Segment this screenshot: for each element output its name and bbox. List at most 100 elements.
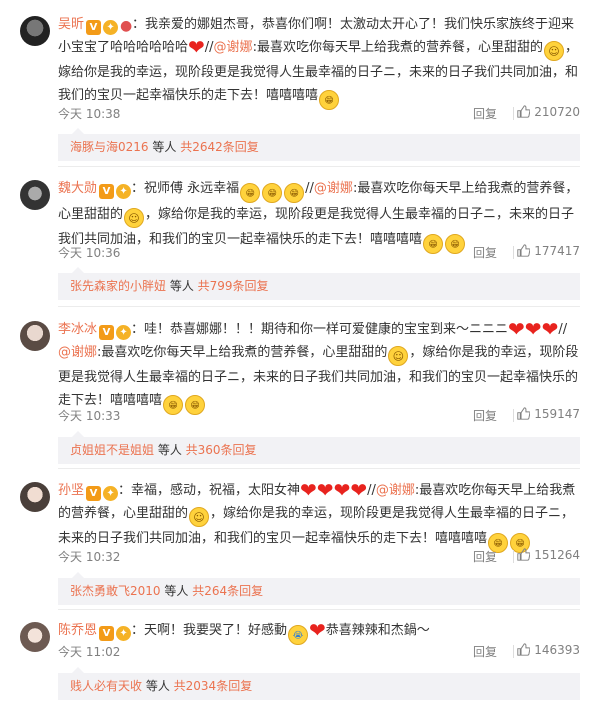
username[interactable]: 吴昕 bbox=[58, 17, 84, 32]
vip-badge-icon: ✦ bbox=[103, 20, 119, 35]
comment-body: 恭喜辣辣和杰鍋～ bbox=[325, 623, 430, 638]
view-replies-link[interactable]: 共799条回复 bbox=[198, 279, 269, 293]
view-replies-link[interactable]: 共264条回复 bbox=[192, 584, 263, 598]
reply-button[interactable]: 回复 bbox=[473, 643, 497, 660]
comment-meta: 今天 10:38 回复 210720 bbox=[58, 105, 580, 125]
heart-emoticon-icon: ❤ bbox=[300, 478, 317, 502]
replies-summary: 海豚与海0216 等人 共2642条回复 bbox=[58, 128, 580, 161]
username[interactable]: 李冰冰 bbox=[58, 322, 97, 337]
replies-summary: 张先森家的小胖妞 等人 共799条回复 bbox=[58, 267, 580, 300]
replies-summary: 张杰勇敢飞2010 等人 共264条回复 bbox=[58, 572, 580, 605]
like-count: 151264 bbox=[534, 548, 580, 562]
view-replies-link[interactable]: 共2642条回复 bbox=[180, 140, 259, 154]
mention-link[interactable]: @谢娜 bbox=[376, 483, 415, 498]
comment-body: ：幸福，感动，祝福，太阳女神 bbox=[118, 483, 301, 498]
divider bbox=[513, 550, 514, 563]
vip-badge-icon: ✦ bbox=[116, 626, 132, 641]
mention-link[interactable]: @谢娜 bbox=[58, 345, 97, 360]
avatar[interactable] bbox=[20, 321, 50, 351]
replies-others-label: 等人 bbox=[148, 140, 181, 154]
avatar[interactable] bbox=[20, 16, 50, 46]
comment-text: 陈乔恩 V ✦ ：天啊！我要哭了！好感動 😭 ❤恭喜辣辣和杰鍋～ bbox=[58, 619, 580, 645]
reply-button[interactable]: 回复 bbox=[473, 548, 497, 565]
comment-text: 孙坚 V ✦ ：幸福，感动，祝福，太阳女神❤❤❤❤//@谢娜:最喜欢吃你每天早上给我煮… bbox=[58, 479, 580, 553]
grin-emoticon-icon: 😁 bbox=[240, 183, 261, 203]
comment-text: 吴昕 V ✦ ●：我亲爱的娜姐杰哥，恭喜你们啊！太激动太开心了！我们快乐家族终于迎来小… bbox=[58, 13, 580, 110]
like-button[interactable]: 146393 bbox=[517, 643, 580, 657]
vip-badge-icon: ✦ bbox=[103, 486, 119, 501]
verified-badge-icon: V bbox=[86, 486, 102, 501]
heart-emoticon-icon: ❤ bbox=[524, 317, 542, 341]
username[interactable]: 孙坚 bbox=[58, 483, 84, 498]
cry-emoticon-icon: 😭 bbox=[288, 625, 309, 645]
comment-divider bbox=[58, 306, 580, 307]
vip-badge-icon: ✦ bbox=[116, 184, 132, 199]
reply-username[interactable]: 张先森家的小胖妞 bbox=[70, 279, 166, 293]
mention-link[interactable]: @谢娜 bbox=[314, 181, 353, 196]
replies-others-label: 等人 bbox=[160, 584, 193, 598]
like-button[interactable]: 159147 bbox=[517, 407, 580, 421]
timestamp: 今天 10:36 bbox=[58, 246, 121, 260]
mention-link[interactable]: @谢娜 bbox=[214, 40, 253, 55]
like-button[interactable]: 210720 bbox=[517, 105, 580, 119]
verified-badge-icon: V bbox=[99, 626, 115, 641]
comment-divider bbox=[58, 468, 580, 469]
verified-badge-icon: V bbox=[99, 184, 115, 199]
view-replies-link[interactable]: 共360条回复 bbox=[186, 443, 257, 457]
comment-text: 李冰冰 V ✦ ：哇！恭喜娜娜！！！期待和你一样可爱健康的宝宝到来～ニニニ❤❤❤//@… bbox=[58, 318, 580, 415]
reply-username[interactable]: 贱人必有天收 bbox=[70, 679, 142, 693]
like-count: 210720 bbox=[534, 105, 580, 119]
avatar[interactable] bbox=[20, 482, 50, 512]
comment-body: ：哇！恭喜娜娜！！！期待和你一样可爱健康的宝宝到来～ニニニ bbox=[131, 322, 509, 337]
replies-others-label: 等人 bbox=[166, 279, 198, 293]
grin-emoticon-icon: 😁 bbox=[284, 183, 305, 203]
balloon-badge-icon: ● bbox=[120, 18, 133, 34]
thumbs-up-icon bbox=[517, 548, 531, 561]
smile-emoticon-icon: ☺ bbox=[388, 346, 409, 366]
timestamp: 今天 11:02 bbox=[58, 645, 121, 659]
reply-username[interactable]: 张杰勇敢飞2010 bbox=[70, 584, 161, 598]
comment-body: :最喜欢吃你每天早上给我煮的营养餐，心里甜甜的 bbox=[97, 345, 388, 360]
comment-feed: 吴昕 V ✦ ●：我亲爱的娜姐杰哥，恭喜你们啊！太激动太开心了！我们快乐家族终于迎来小… bbox=[0, 0, 600, 711]
like-count: 146393 bbox=[534, 643, 580, 657]
heart-emoticon-icon: ❤ bbox=[508, 317, 525, 341]
divider bbox=[513, 107, 514, 120]
avatar[interactable] bbox=[20, 180, 50, 210]
view-replies-link[interactable]: 共2034条回复 bbox=[174, 679, 253, 693]
replies-others-label: 等人 bbox=[142, 679, 174, 693]
thumbs-up-icon bbox=[517, 643, 531, 656]
like-count: 159147 bbox=[534, 407, 580, 421]
thumbs-up-icon bbox=[517, 244, 531, 257]
replies-summary: 贱人必有天收 等人 共2034条回复 bbox=[58, 667, 580, 700]
timestamp: 今天 10:32 bbox=[58, 550, 121, 564]
username[interactable]: 魏大勋 bbox=[58, 181, 97, 196]
grin-emoticon-icon: 😁 bbox=[262, 183, 283, 203]
comment-body: :最喜欢吃你每天早上给我煮的营养餐，心里甜甜的 bbox=[252, 40, 543, 55]
comment-divider bbox=[58, 609, 580, 610]
heart-emoticon-icon: ❤ bbox=[350, 478, 368, 502]
reply-username[interactable]: 海豚与海0216 bbox=[70, 140, 149, 154]
reply-username[interactable]: 贞姐姐不是姐姐 bbox=[70, 443, 154, 457]
comment-meta: 今天 10:33 回复 159147 bbox=[58, 407, 580, 427]
avatar[interactable] bbox=[20, 622, 50, 652]
verified-badge-icon: V bbox=[99, 325, 115, 340]
reply-button[interactable]: 回复 bbox=[473, 407, 497, 424]
like-button[interactable]: 151264 bbox=[517, 548, 580, 562]
heart-emoticon-icon: ❤ bbox=[309, 618, 326, 642]
like-button[interactable]: 177417 bbox=[517, 244, 580, 258]
replies-summary: 贞姐姐不是姐姐 等人 共360条回复 bbox=[58, 431, 580, 464]
heart-emoticon-icon: ❤ bbox=[541, 317, 559, 341]
comment-text: 魏大勋 V ✦ ：祝师傅 永远幸福 😁 😁 😁//@谢娜:最喜欢吃你每天早上给我煮的营养餐，… bbox=[58, 177, 580, 254]
thumbs-up-icon bbox=[517, 407, 531, 420]
heart-emoticon-icon: ❤ bbox=[333, 478, 351, 502]
comment-meta: 今天 10:36 回复 177417 bbox=[58, 244, 580, 264]
comment-meta: 今天 10:32 回复 151264 bbox=[58, 548, 580, 568]
reply-button[interactable]: 回复 bbox=[473, 105, 497, 122]
smile-emoticon-icon: ☺ bbox=[124, 208, 145, 228]
replies-others-label: 等人 bbox=[154, 443, 186, 457]
verified-badge-icon: V bbox=[86, 20, 102, 35]
comment-meta: 今天 11:02 回复 146393 bbox=[58, 643, 580, 663]
comment-body: ：天啊！我要哭了！好感動 bbox=[131, 623, 288, 638]
username[interactable]: 陈乔恩 bbox=[58, 623, 97, 638]
reply-button[interactable]: 回复 bbox=[473, 244, 497, 261]
